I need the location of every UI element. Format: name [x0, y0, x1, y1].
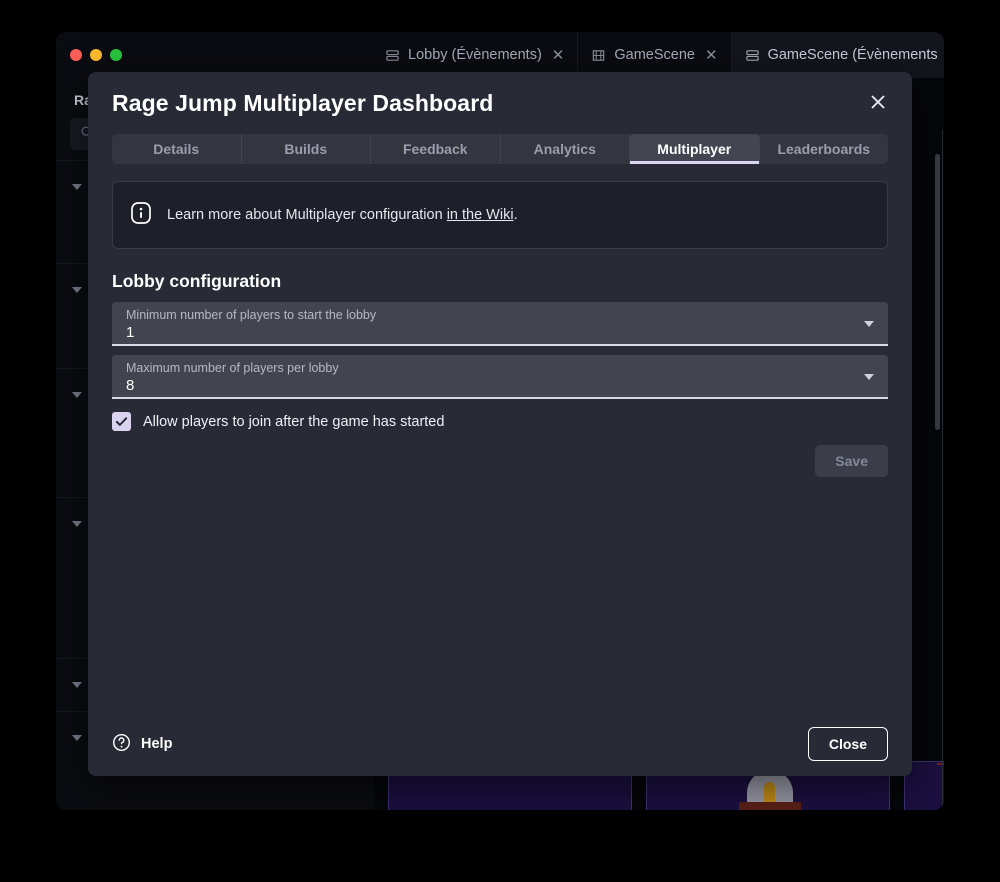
- max-players-select[interactable]: Maximum number of players per lobby 8: [112, 355, 888, 399]
- minimize-window-button[interactable]: [90, 49, 102, 61]
- chevron-down-icon: [864, 321, 874, 327]
- tab-builds[interactable]: Builds: [242, 134, 372, 164]
- help-button[interactable]: Help: [112, 733, 172, 756]
- tab-analytics[interactable]: Analytics: [501, 134, 631, 164]
- wiki-link[interactable]: in the Wiki: [447, 207, 514, 223]
- screen: Lobby (Évènements) ✕ GameScene ✕ GameSce…: [0, 0, 1000, 882]
- vertical-scrollbar[interactable]: [935, 154, 940, 430]
- multiplayer-dashboard-dialog: Rage Jump Multiplayer Dashboard Details …: [88, 72, 912, 776]
- tab-label: Leaderboards: [777, 141, 870, 157]
- dialog-footer: Help Close: [88, 712, 912, 776]
- info-banner: Learn more about Multiplayer configurati…: [112, 181, 888, 249]
- tab-feedback[interactable]: Feedback: [371, 134, 501, 164]
- min-players-label: Minimum number of players to start the l…: [126, 308, 874, 322]
- chevron-down-icon: [72, 521, 82, 527]
- chevron-down-icon: [72, 392, 82, 398]
- chevron-down-icon: [72, 287, 82, 293]
- tab-details[interactable]: Details: [112, 134, 242, 164]
- banner-text-before: Learn more about Multiplayer configurati…: [167, 207, 447, 223]
- save-button[interactable]: Save: [815, 445, 888, 477]
- banner-text-after: .: [514, 207, 518, 223]
- save-row: Save: [112, 445, 888, 477]
- tab-label: Builds: [284, 141, 327, 157]
- close-button[interactable]: Close: [808, 727, 888, 761]
- help-circle-icon: [112, 733, 131, 756]
- max-players-label: Maximum number of players per lobby: [126, 361, 874, 375]
- lobby-configuration-heading: Lobby configuration: [112, 271, 888, 292]
- page-title: Rage Jump Multiplayer Dashboard: [112, 90, 493, 117]
- close-icon: [868, 92, 888, 112]
- tab-label: Details: [153, 141, 199, 157]
- close-icon[interactable]: ✕: [705, 46, 718, 64]
- tab-leaderboards[interactable]: Leaderboards: [760, 134, 889, 164]
- arch-base-shape: [739, 802, 801, 810]
- tab-label: Multiplayer: [657, 141, 731, 157]
- close-icon[interactable]: ✕: [552, 46, 565, 64]
- max-players-value: 8: [126, 376, 874, 396]
- min-players-select[interactable]: Minimum number of players to start the l…: [112, 302, 888, 346]
- editor-tab-label: Lobby (Évènements): [408, 47, 542, 63]
- tab-multiplayer[interactable]: Multiplayer: [630, 134, 760, 164]
- close-window-button[interactable]: [70, 49, 82, 61]
- allow-join-label: Allow players to join after the game has…: [143, 414, 444, 430]
- arch-knob-shape: [764, 782, 775, 802]
- chevron-down-icon: [72, 184, 82, 190]
- editor-tab-label: GameScene: [614, 47, 695, 63]
- rows-icon: [745, 48, 760, 63]
- min-players-value: 1: [126, 323, 874, 343]
- help-label: Help: [141, 736, 172, 752]
- chevron-down-icon: [72, 682, 82, 688]
- chevron-down-icon: [72, 735, 82, 741]
- info-icon: [129, 201, 153, 230]
- close-dialog-button[interactable]: [862, 86, 894, 118]
- rows-icon: [385, 48, 400, 63]
- tab-label: Analytics: [534, 141, 596, 157]
- editor-tab-label: GameScene (Évènements: [768, 47, 938, 63]
- allow-join-after-start-row[interactable]: Allow players to join after the game has…: [112, 412, 888, 431]
- check-icon: [114, 414, 129, 429]
- traffic-light-controls: [70, 49, 122, 61]
- scene-grid-icon: [591, 48, 606, 63]
- allow-join-checkbox[interactable]: [112, 412, 131, 431]
- tab-label: Feedback: [403, 141, 468, 157]
- maximize-window-button[interactable]: [110, 49, 122, 61]
- chevron-down-icon: [864, 374, 874, 380]
- panel-divider: [942, 130, 943, 810]
- dialog-header: Rage Jump Multiplayer Dashboard: [88, 72, 912, 134]
- info-banner-text: Learn more about Multiplayer configurati…: [167, 207, 518, 223]
- dialog-tab-bar: Details Builds Feedback Analytics Multip…: [112, 134, 888, 164]
